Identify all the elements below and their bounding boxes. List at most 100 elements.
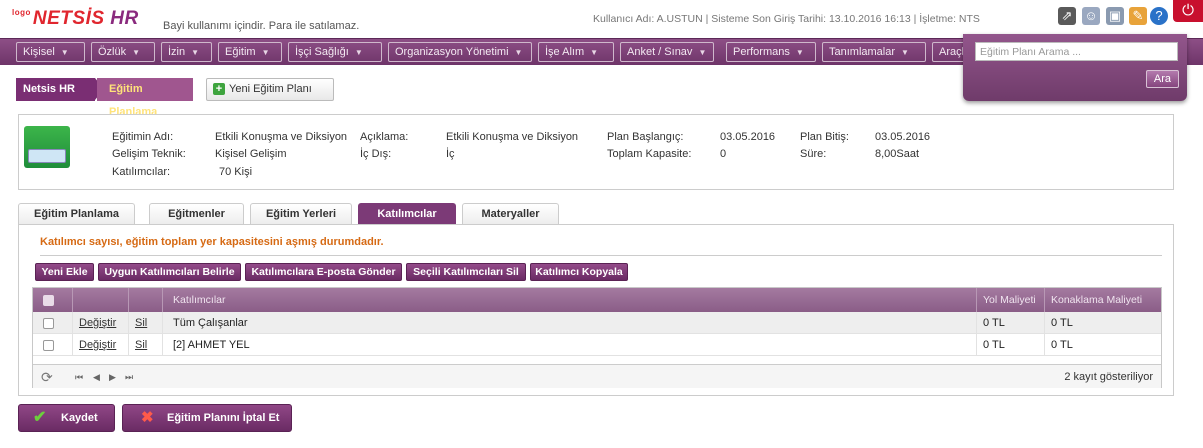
chevron-down-icon: ▼ bbox=[795, 48, 804, 57]
lodging-cost: 0 TL bbox=[1051, 317, 1073, 329]
tagline: Bayi kullanımı içindir. Para ile satılam… bbox=[163, 20, 360, 32]
search-button[interactable]: Ara bbox=[1145, 70, 1179, 88]
training-info-box bbox=[18, 114, 1174, 190]
participants-grid: Katılımcılar Yol Maliyeti Konaklama Mali… bbox=[32, 287, 1162, 388]
duration-value: 8,00Saat bbox=[875, 148, 920, 160]
check-icon: ✔ bbox=[33, 409, 47, 426]
users-icon[interactable]: ☺ bbox=[1082, 7, 1100, 25]
header-delete-col bbox=[129, 288, 163, 312]
row-delete-cell: Sil bbox=[129, 312, 163, 334]
divider bbox=[40, 255, 1162, 256]
save-button[interactable]: ✔ Kaydet bbox=[18, 404, 115, 432]
refresh-icon[interactable]: ⟳ bbox=[41, 365, 53, 389]
table-row[interactable]: Değiştir Sil [2] AHMET YEL 0 TL 0 TL bbox=[33, 334, 1161, 356]
description-value: Etkili Konuşma ve Diksiyon bbox=[446, 131, 579, 143]
menu-item-egitim[interactable]: Eğitim ▼ bbox=[218, 42, 282, 62]
determine-participants-button[interactable]: Uygun Katılımcıları Belirle bbox=[98, 263, 241, 281]
tab-katilimcilar[interactable]: Katılımcılar bbox=[358, 203, 456, 225]
tab-egitim-yerleri[interactable]: Eğitim Yerleri bbox=[250, 203, 352, 225]
tab-materyaller[interactable]: Materyaller bbox=[462, 203, 559, 225]
new-training-plan-button[interactable]: + Yeni Eğitim Planı bbox=[206, 78, 334, 101]
monitor-icon[interactable]: ▣ bbox=[1106, 7, 1124, 25]
technique-value: Kişisel Gelişim bbox=[215, 148, 287, 160]
grid-pager: ⟳ ⏮ ◀ ▶ ⏭ 2 kayıt gösteriliyor bbox=[33, 364, 1161, 388]
header-edit-col bbox=[73, 288, 129, 312]
menu-item-isci-sagligi[interactable]: İşçi Sağlığı ▼ bbox=[288, 42, 382, 62]
training-card-graphic bbox=[28, 149, 66, 163]
plan-start-value: 03.05.2016 bbox=[720, 131, 776, 143]
lodging-cost: 0 TL bbox=[1051, 339, 1073, 351]
tab-egitmenler[interactable]: Eğitmenler bbox=[149, 203, 244, 225]
chevron-down-icon: ▼ bbox=[261, 48, 270, 57]
copy-participant-button[interactable]: Katılımcı Kopyala bbox=[530, 263, 628, 281]
name-value: Etkili Konuşma ve Diksiyon bbox=[215, 131, 348, 143]
delete-selected-button[interactable]: Seçili Katılımcıları Sil bbox=[406, 263, 526, 281]
breadcrumb-current: Eğitim Planlama bbox=[97, 78, 193, 118]
help-icon[interactable]: ? bbox=[1150, 7, 1168, 25]
menu-item-kisisel[interactable]: Kişisel ▼ bbox=[16, 42, 85, 62]
total-capacity-value: 0 bbox=[720, 148, 727, 160]
delete-link[interactable]: Sil bbox=[135, 317, 147, 329]
add-participant-button[interactable]: Yeni Ekle bbox=[35, 263, 94, 281]
first-page-icon[interactable]: ⏮ bbox=[75, 365, 83, 389]
technique-label: Gelişim Teknik: bbox=[112, 148, 186, 160]
header-lodging-cost[interactable]: Konaklama Maliyeti bbox=[1045, 288, 1161, 312]
plan-end-label: Plan Bitiş: bbox=[800, 131, 849, 143]
edit-link[interactable]: Değiştir bbox=[79, 339, 116, 351]
header-participants[interactable]: Katılımcılar bbox=[163, 288, 977, 312]
menu-item-tanimlamalar[interactable]: Tanımlamalar ▼ bbox=[822, 42, 926, 62]
table-row[interactable]: Değiştir Sil Tüm Çalışanlar 0 TL 0 TL bbox=[33, 312, 1161, 334]
tab-egitim-planlama[interactable]: Eğitim Planlama bbox=[18, 203, 135, 225]
email-participants-button[interactable]: Katılımcılara E-posta Gönder bbox=[245, 263, 402, 281]
menu-item-anket[interactable]: Anket / Sınav ▼ bbox=[620, 42, 714, 62]
last-page-icon[interactable]: ⏭ bbox=[125, 365, 133, 389]
delete-link[interactable]: Sil bbox=[135, 339, 147, 351]
breadcrumb-root[interactable]: Netsis HR bbox=[16, 78, 104, 101]
in-out-label: İç Dış: bbox=[360, 148, 392, 160]
menu-item-performans[interactable]: Performans ▼ bbox=[726, 42, 816, 62]
chevron-down-icon: ▼ bbox=[60, 48, 69, 57]
chevron-down-icon: ▼ bbox=[901, 48, 909, 57]
row-edit-cell: Değiştir bbox=[73, 312, 129, 334]
plan-search-input[interactable] bbox=[975, 42, 1178, 61]
menu-item-ozluk[interactable]: Özlük ▼ bbox=[91, 42, 155, 62]
prev-page-icon[interactable]: ◀ bbox=[93, 365, 100, 389]
description-label: Açıklama: bbox=[360, 131, 409, 143]
row-delete-cell: Sil bbox=[129, 334, 163, 356]
header-travel-cost[interactable]: Yol Maliyeti bbox=[977, 288, 1045, 312]
name-label: Eğitimin Adı: bbox=[112, 131, 174, 143]
user-session-info: Kullanıcı Adı: A.USTUN | Sisteme Son Gir… bbox=[593, 13, 980, 25]
chevron-down-icon: ▼ bbox=[590, 48, 599, 57]
grid-header: Katılımcılar Yol Maliyeti Konaklama Mali… bbox=[33, 288, 1161, 312]
in-out-value: İç bbox=[446, 148, 455, 160]
duration-label: Süre: bbox=[800, 148, 827, 160]
netsis-hr-logo: logo NETSİS HR bbox=[12, 8, 139, 29]
row-select-cell bbox=[33, 312, 73, 334]
participants-label: Katılımcılar: bbox=[112, 166, 171, 178]
external-link-icon[interactable]: ⇗ bbox=[1058, 7, 1076, 25]
cancel-plan-button[interactable]: ✖ Eğitim Planını İptal Et bbox=[122, 404, 292, 432]
chevron-down-icon: ▼ bbox=[514, 48, 523, 57]
chevron-down-icon: ▼ bbox=[191, 48, 200, 57]
menu-item-izin[interactable]: İzin ▼ bbox=[161, 42, 212, 62]
total-capacity-label: Toplam Kapasite: bbox=[607, 148, 692, 160]
training-icon bbox=[24, 126, 70, 168]
row-checkbox[interactable] bbox=[43, 339, 54, 351]
power-icon[interactable]: ⏻ bbox=[1173, 0, 1203, 22]
select-all-checkbox[interactable] bbox=[43, 294, 54, 306]
participant-name: Tüm Çalışanlar bbox=[163, 312, 977, 334]
cross-icon: ✖ bbox=[141, 409, 154, 426]
chevron-down-icon: ▼ bbox=[698, 48, 707, 57]
row-checkbox[interactable] bbox=[43, 317, 54, 329]
menu-item-organizasyon[interactable]: Organizasyon Yönetimi ▼ bbox=[388, 42, 532, 62]
app-header: logo NETSİS HR Bayi kullanımı içindir. Pa… bbox=[0, 0, 1203, 38]
key-icon[interactable]: ✎ bbox=[1129, 7, 1147, 25]
menu-item-ise-alim[interactable]: İşe Alım ▼ bbox=[538, 42, 614, 62]
travel-cost: 0 TL bbox=[977, 334, 1045, 356]
row-edit-cell: Değiştir bbox=[73, 334, 129, 356]
participant-name: [2] AHMET YEL bbox=[163, 334, 977, 356]
next-page-icon[interactable]: ▶ bbox=[109, 365, 116, 389]
plan-search-panel: Ara bbox=[963, 34, 1187, 101]
edit-link[interactable]: Değiştir bbox=[79, 317, 116, 329]
row-select-cell bbox=[33, 334, 73, 356]
